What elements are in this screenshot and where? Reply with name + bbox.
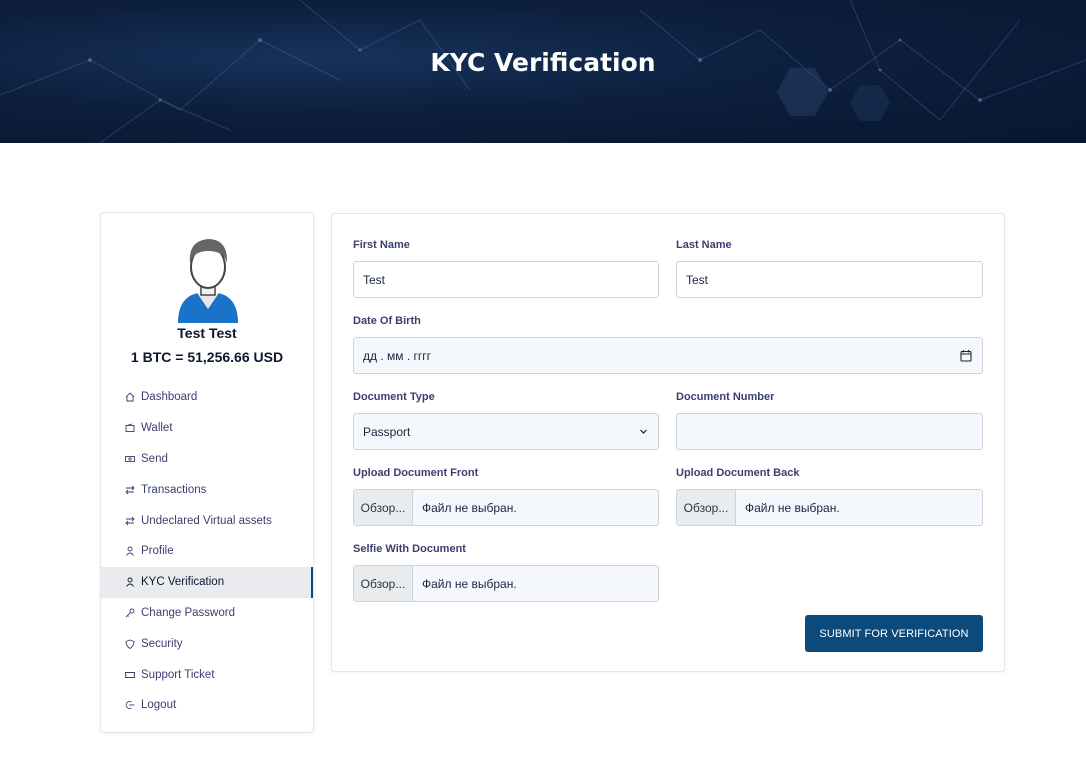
chevron-down-icon [640, 429, 647, 434]
user-name: Test Test [177, 325, 237, 341]
calendar-icon[interactable] [960, 349, 972, 362]
file-status: Файл не выбран. [422, 500, 517, 515]
dob-field[interactable]: дд . мм . гггг [353, 337, 983, 374]
sidebar-item-send[interactable]: Send [101, 444, 313, 475]
submit-verification-button[interactable]: SUBMIT FOR VERIFICATION [805, 615, 983, 652]
sidebar-item-label: Send [141, 452, 168, 465]
browse-button[interactable]: Обзор... [354, 566, 413, 601]
upload-front-label: Upload Document Front [353, 467, 479, 479]
sidebar-item-security[interactable]: Security [101, 628, 313, 659]
money-icon [125, 454, 135, 464]
wallet-icon [125, 423, 135, 433]
sidebar-item-change-password[interactable]: Change Password [101, 598, 313, 629]
sidebar-menu: Dashboard Wallet Send Transactions Undec… [101, 382, 313, 721]
first-name-label: First Name [353, 239, 410, 251]
sidebar-item-support-ticket[interactable]: Support Ticket [101, 659, 313, 690]
sidebar-item-wallet[interactable]: Wallet [101, 413, 313, 444]
user-icon [125, 577, 135, 587]
sidebar-item-label: Change Password [141, 606, 235, 619]
sidebar-item-label: Wallet [141, 422, 173, 435]
shield-icon [125, 639, 135, 649]
upload-back-label: Upload Document Back [676, 467, 800, 479]
document-number-input[interactable] [686, 424, 982, 439]
sidebar-item-label: Profile [141, 545, 174, 558]
sidebar-item-label: Support Ticket [141, 668, 215, 681]
browse-button[interactable]: Обзор... [354, 490, 413, 525]
page-header-banner: KYC Verification [0, 0, 1086, 143]
avatar [178, 239, 238, 323]
home-icon [125, 392, 135, 402]
browse-button[interactable]: Обзор... [677, 490, 736, 525]
document-type-select[interactable]: Passport [353, 413, 659, 450]
file-status: Файл не выбран. [745, 500, 840, 515]
first-name-field[interactable] [353, 261, 659, 298]
sidebar-item-label: KYC Verification [141, 576, 225, 589]
last-name-input[interactable] [686, 272, 982, 287]
kyc-form-card: First Name Last Name Date Of Birth дд . … [331, 213, 1005, 672]
dob-input[interactable]: дд . мм . гггг [363, 349, 431, 363]
file-status: Файл не выбран. [422, 576, 517, 591]
transfer-icon [125, 485, 135, 495]
dob-label: Date Of Birth [353, 315, 421, 327]
sidebar-item-undeclared-assets[interactable]: Undeclared Virtual assets [101, 505, 313, 536]
sidebar-item-transactions[interactable]: Transactions [101, 474, 313, 505]
upload-front-input[interactable]: Обзор... Файл не выбран. [353, 489, 659, 526]
sidebar-item-logout[interactable]: Logout [101, 690, 313, 721]
key-icon [125, 608, 135, 618]
transfer-icon [125, 516, 135, 526]
selfie-upload-input[interactable]: Обзор... Файл не выбран. [353, 565, 659, 602]
sidebar-item-label: Undeclared Virtual assets [141, 514, 272, 527]
selfie-label: Selfie With Document [353, 543, 466, 555]
sidebar-item-label: Transactions [141, 483, 207, 496]
last-name-field[interactable] [676, 261, 983, 298]
upload-back-input[interactable]: Обзор... Файл не выбран. [676, 489, 983, 526]
document-type-label: Document Type [353, 391, 435, 403]
document-type-value: Passport [363, 424, 411, 439]
profile-sidebar: Test Test 1 BTC = 51,256.66 USD Dashboar… [100, 212, 314, 733]
sidebar-item-dashboard[interactable]: Dashboard [101, 382, 313, 413]
sidebar-item-label: Logout [141, 699, 177, 712]
sidebar-item-kyc-verification[interactable]: KYC Verification [101, 566, 313, 598]
sidebar-item-label: Security [141, 637, 183, 650]
sidebar-item-label: Dashboard [141, 391, 198, 404]
first-name-input[interactable] [363, 272, 658, 287]
btc-rate: 1 BTC = 51,256.66 USD [130, 349, 284, 365]
user-icon [125, 546, 135, 557]
logout-icon [125, 700, 135, 710]
document-number-label: Document Number [676, 391, 775, 403]
document-number-field[interactable] [676, 413, 983, 450]
last-name-label: Last Name [676, 239, 732, 251]
ticket-icon [125, 670, 135, 680]
page-title: KYC Verification [430, 48, 656, 77]
sidebar-item-profile[interactable]: Profile [101, 536, 313, 567]
